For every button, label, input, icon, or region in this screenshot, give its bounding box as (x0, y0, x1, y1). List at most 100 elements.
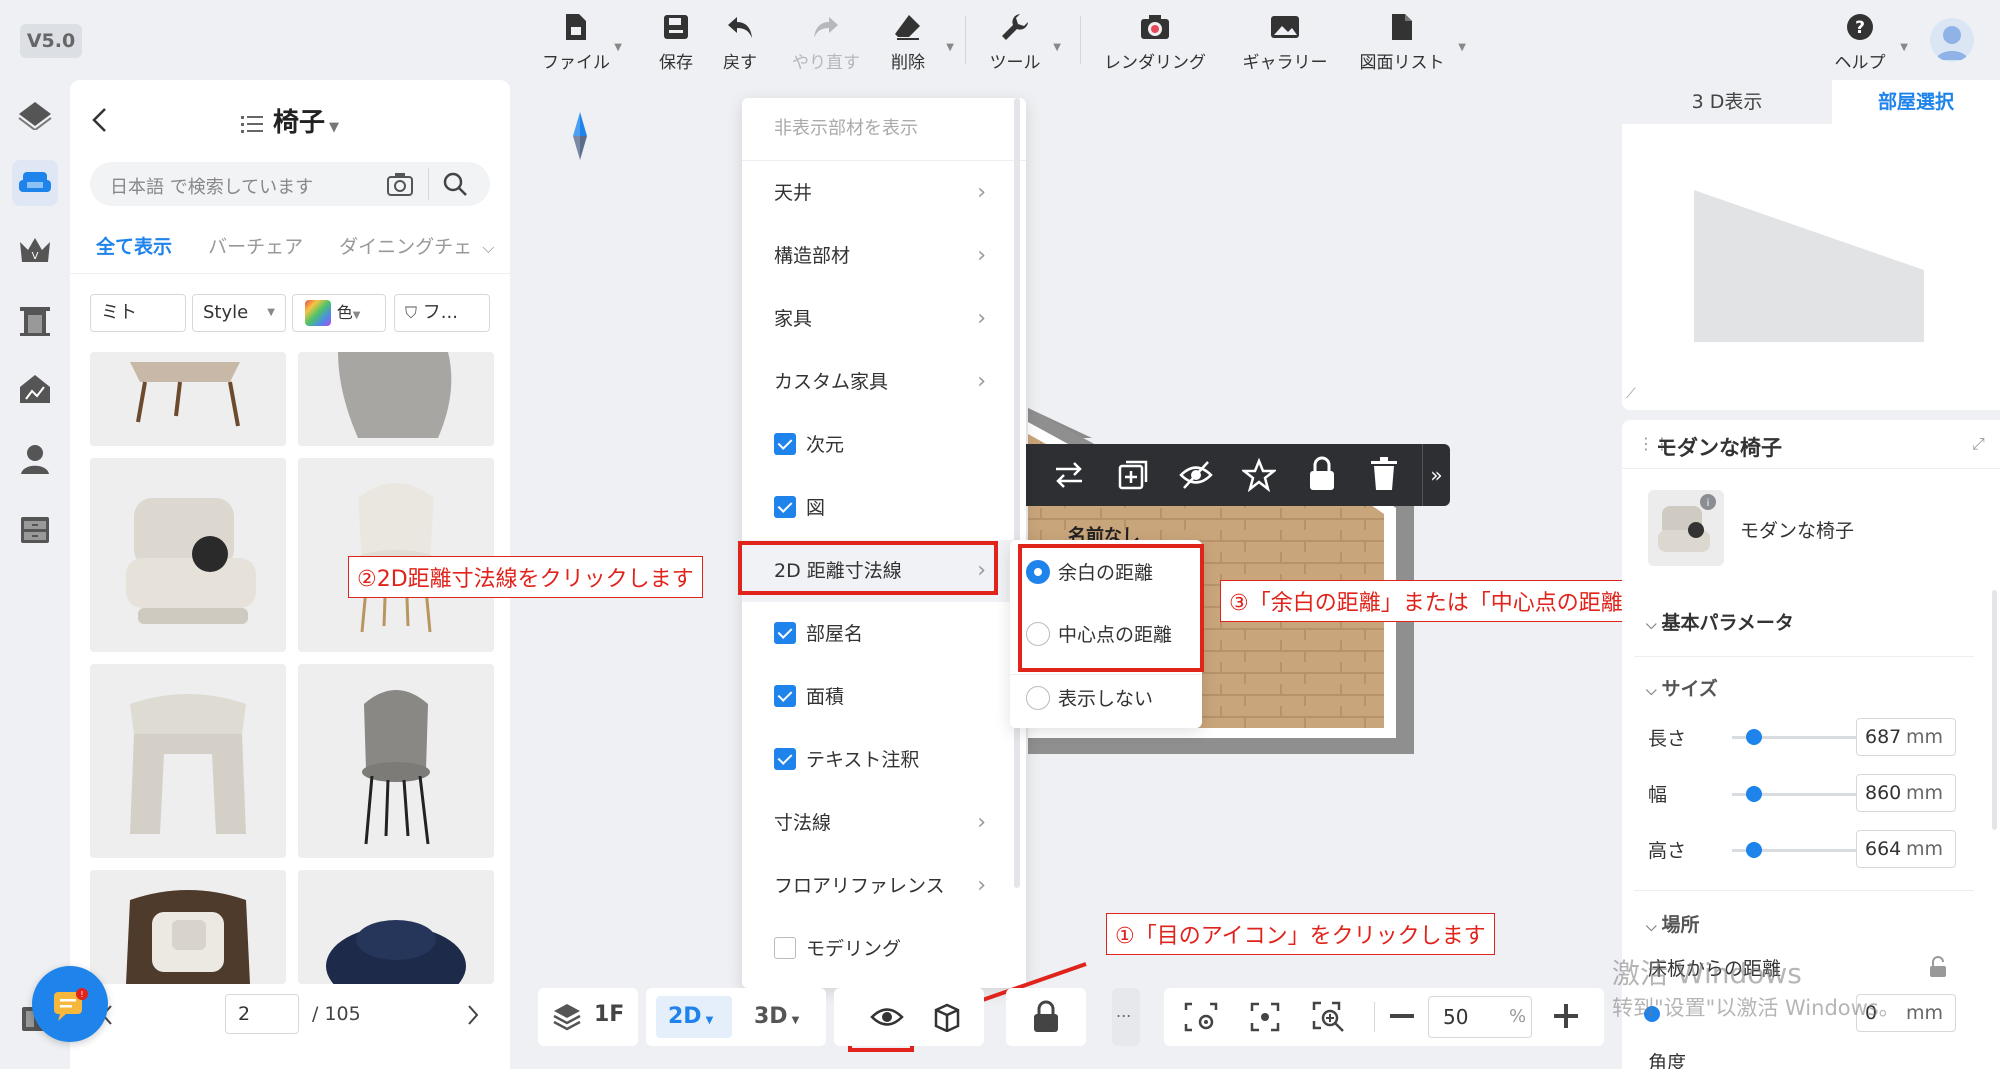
filter-style[interactable]: Style ▼ (192, 294, 286, 332)
camera-search-icon[interactable] (386, 171, 414, 197)
fit-view-icon[interactable] (1250, 1002, 1280, 1032)
menu-item-dimension[interactable]: 次元 (742, 414, 1026, 476)
zoom-area-icon[interactable] (1312, 1001, 1346, 1033)
render-button[interactable]: レンダリング (1100, 10, 1210, 73)
product-thumbnail[interactable] (90, 458, 286, 652)
chevron-down-icon[interactable]: ⌵ (482, 238, 494, 257)
category-tabs: 全て表示 バーチェア ダイニングチェ ⌵ (96, 232, 494, 259)
trash-icon[interactable] (1370, 456, 1398, 492)
product-thumbnail[interactable] (298, 458, 494, 652)
submenu-option-hide[interactable]: 表示しない (1026, 684, 1153, 712)
search-divider (428, 168, 429, 200)
product-thumbnail[interactable] (298, 870, 494, 984)
height-input[interactable]: 664 mm (1856, 830, 1956, 868)
help-button[interactable]: ? ヘルプ ▼ (1820, 10, 1908, 73)
cube-icon[interactable] (932, 1002, 962, 1032)
tab-dining-chair[interactable]: ダイニングチェ (339, 236, 472, 258)
length-slider-knob[interactable] (1746, 729, 1762, 745)
menu-scrollbar[interactable] (1014, 98, 1020, 888)
tab-bar-chair[interactable]: バーチェア (208, 236, 303, 258)
tools-button[interactable]: ツール ▼ (975, 10, 1061, 73)
floor-selector[interactable]: 1F (538, 988, 638, 1046)
object-thumbnail[interactable]: i (1648, 490, 1724, 566)
expand-icon[interactable]: ⤢ (1972, 434, 1985, 454)
expand-toolbar-icon[interactable]: » (1422, 444, 1450, 506)
checkbox-checked[interactable] (774, 684, 796, 707)
view-3d-button[interactable]: 3D ▼ (742, 996, 818, 1038)
checkbox-checked[interactable] (774, 432, 796, 455)
eye-icon[interactable] (870, 1006, 904, 1028)
product-thumbnail[interactable] (90, 870, 286, 984)
product-thumbnail[interactable] (90, 352, 286, 446)
checkbox-checked[interactable] (774, 621, 796, 644)
menu-item-furniture[interactable]: 家具 › (742, 288, 1026, 350)
rail-person-button[interactable] (12, 436, 58, 482)
menu-item-area[interactable]: 面積 (742, 666, 1026, 728)
rail-floorplan-button[interactable] (12, 92, 58, 138)
tab-room-select[interactable]: 部屋選択 (1832, 80, 2000, 124)
zoom-input[interactable]: 50 % (1428, 996, 1532, 1038)
checkbox-unchecked[interactable] (774, 936, 796, 959)
menu-item-structure[interactable]: 構造部材 › (742, 225, 1026, 287)
properties-scrollbar[interactable] (1992, 590, 1997, 830)
swap-icon[interactable] (1052, 460, 1086, 490)
product-thumbnail[interactable] (298, 664, 494, 858)
file-button[interactable]: ファイル ▼ (536, 10, 622, 73)
search-input[interactable]: 日本語 で検索しています (90, 162, 490, 206)
filter-first[interactable]: ミト (90, 294, 186, 332)
menu-item-custom-furniture[interactable]: カスタム家具 › (742, 351, 1026, 413)
undo-button[interactable]: 戻す (700, 10, 780, 73)
view-2d-button[interactable]: 2D ▼ (656, 996, 732, 1038)
width-slider-knob[interactable] (1746, 786, 1762, 802)
next-page-button[interactable] (466, 1004, 480, 1026)
duplicate-icon[interactable] (1116, 458, 1150, 492)
product-thumbnail[interactable] (90, 664, 286, 858)
redo-button[interactable]: やり直す (786, 10, 866, 73)
zoom-in-button[interactable] (1552, 1002, 1580, 1030)
lock-view-button[interactable] (1006, 988, 1086, 1046)
drawing-list-button[interactable]: 図面リスト ▼ (1352, 10, 1466, 73)
filter-funnel[interactable]: ⛉ フ... (394, 294, 490, 332)
view-settings-icon[interactable] (1184, 1002, 1218, 1032)
rail-premium-button[interactable]: V (12, 228, 58, 274)
chat-support-button[interactable]: ! (32, 966, 108, 1042)
section-basic-params[interactable]: ⌵ 基本パラメータ (1646, 608, 1794, 635)
rail-cabinet-button[interactable] (12, 506, 58, 552)
hide-icon[interactable] (1178, 458, 1214, 492)
checkbox-checked[interactable] (774, 495, 796, 518)
tab-all[interactable]: 全て表示 (96, 236, 172, 258)
lock-icon[interactable] (1308, 456, 1336, 492)
delete-button[interactable]: 削除 ▼ (868, 10, 954, 73)
menu-item-room-name[interactable]: 部屋名 (742, 603, 1026, 665)
caret-down-icon: ▼ (705, 1015, 714, 1026)
menu-item-figure[interactable]: 図 (742, 477, 1026, 539)
page-number-input[interactable]: 2 (225, 994, 299, 1034)
unlock-icon[interactable] (1928, 956, 1948, 978)
user-avatar[interactable] (1930, 18, 1974, 62)
gallery-button[interactable]: ギャラリー (1235, 10, 1335, 73)
menu-item-floor-reference[interactable]: フロアリファレンス › (742, 855, 1026, 917)
checkbox-checked[interactable] (774, 747, 796, 770)
height-slider-knob[interactable] (1746, 842, 1762, 858)
more-button[interactable]: ... (1112, 988, 1140, 1046)
radio-unselected[interactable] (1026, 685, 1050, 710)
filter-color[interactable]: 色▼ (292, 294, 386, 332)
menu-item-dimension-lines[interactable]: 寸法線 › (742, 792, 1026, 854)
product-thumbnail[interactable] (298, 352, 494, 446)
star-icon[interactable] (1242, 458, 1276, 492)
menu-header[interactable]: 非表示部材を表示 (742, 98, 1026, 160)
rail-door-window-button[interactable] (12, 298, 58, 344)
resize-handle-icon[interactable]: ⟋ (1626, 386, 1636, 402)
search-icon[interactable] (442, 171, 468, 197)
rail-furniture-button[interactable] (12, 160, 58, 206)
menu-item-text-annotation[interactable]: テキスト注釈 (742, 729, 1026, 791)
zoom-out-button[interactable] (1390, 1014, 1414, 1018)
width-input[interactable]: 860 mm (1856, 774, 1956, 812)
section-size[interactable]: ⌵ サイズ (1646, 674, 1718, 701)
tab-3d-view[interactable]: 3 D表示 (1622, 80, 1832, 124)
section-place[interactable]: ⌵ 場所 (1646, 910, 1700, 937)
menu-item-ceiling[interactable]: 天井 › (742, 162, 1026, 224)
rail-landscape-button[interactable] (12, 366, 58, 412)
category-title[interactable]: 椅子 ▼ (70, 102, 510, 139)
length-input[interactable]: 687 mm (1856, 718, 1956, 756)
